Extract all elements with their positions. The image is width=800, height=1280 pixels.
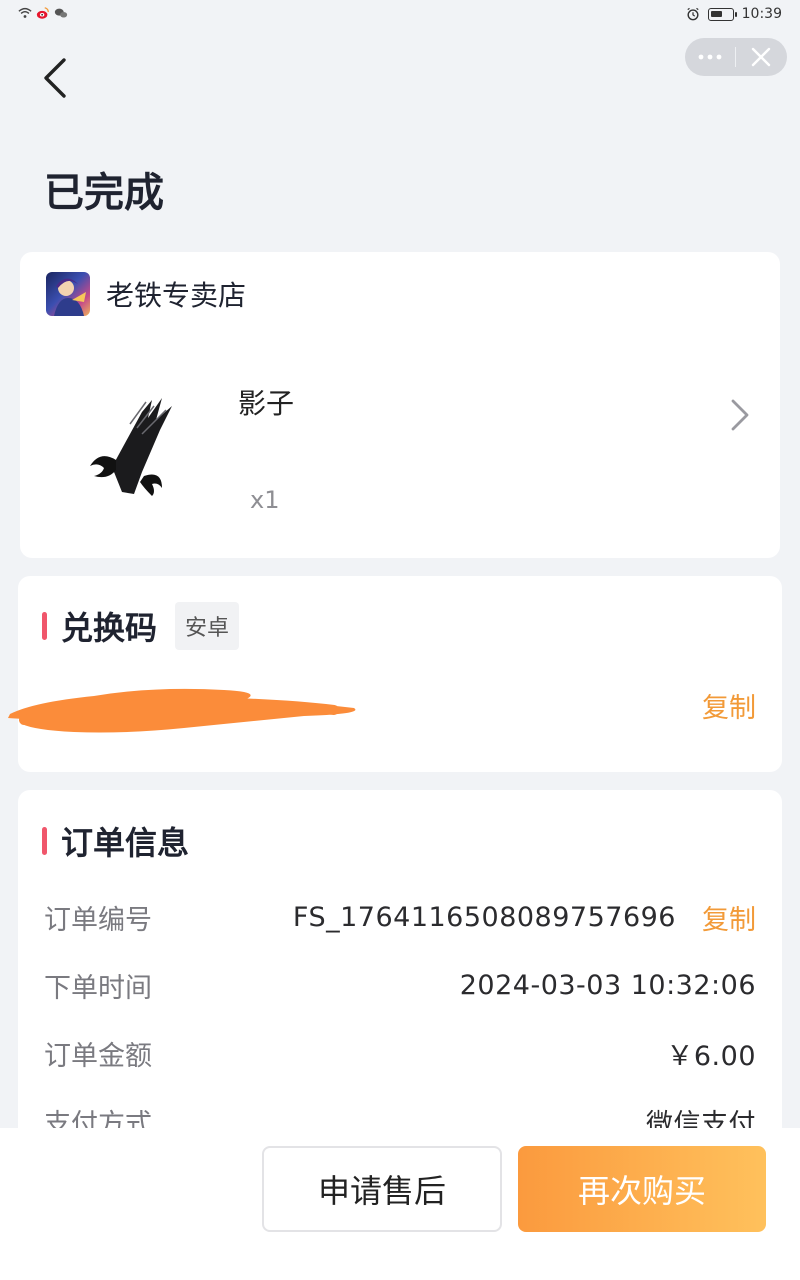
product-name: 影子 bbox=[238, 387, 295, 420]
product-card[interactable]: 老铁专卖店 影子 x1 bbox=[20, 252, 780, 558]
close-button[interactable] bbox=[736, 38, 786, 76]
order-amount-value: ￥6.00 bbox=[666, 1041, 756, 1072]
close-icon bbox=[751, 47, 771, 67]
order-status-title: 已完成 bbox=[44, 170, 164, 216]
order-number-value: FS_1764116508089757696 bbox=[292, 902, 676, 933]
more-button[interactable] bbox=[685, 38, 735, 76]
battery-level bbox=[710, 10, 722, 17]
battery-icon bbox=[707, 7, 737, 21]
order-number-label: 订单编号 bbox=[44, 905, 152, 936]
order-info-header: 订单信息 bbox=[42, 818, 189, 864]
redeem-code-header: 兑换码 安卓 bbox=[42, 602, 240, 650]
mini-program-capsule bbox=[685, 38, 787, 76]
redacted-code bbox=[8, 688, 356, 733]
status-icons-left bbox=[18, 6, 68, 20]
section-accent-bar bbox=[42, 612, 47, 640]
shop-row[interactable]: 老铁专卖店 bbox=[46, 272, 246, 316]
redeem-code-card: 兑换码 安卓 复制 bbox=[8, 576, 782, 772]
wechat-icon bbox=[54, 8, 68, 18]
bottom-action-bar: 申请售后 再次购买 bbox=[0, 1128, 800, 1280]
after-sale-button[interactable]: 申请售后 bbox=[262, 1146, 502, 1232]
section-accent-bar bbox=[42, 827, 47, 855]
order-time-value: 2024-03-03 10:32:06 bbox=[459, 970, 756, 1001]
rebuy-button[interactable]: 再次购买 bbox=[518, 1146, 766, 1232]
status-icons-right: 10:39 bbox=[686, 6, 782, 22]
platform-tag: 安卓 bbox=[175, 602, 240, 650]
status-time: 10:39 bbox=[741, 6, 782, 22]
status-bar: 10:39 bbox=[0, 0, 800, 30]
weibo-icon bbox=[36, 7, 49, 19]
shop-name: 老铁专卖店 bbox=[106, 279, 247, 312]
order-time-label: 下单时间 bbox=[44, 973, 152, 1004]
order-amount-label: 订单金额 bbox=[44, 1041, 152, 1072]
chevron-right-icon bbox=[731, 399, 749, 431]
redeem-code-title: 兑换码 bbox=[61, 609, 158, 647]
copy-code-button[interactable]: 复制 bbox=[702, 686, 756, 725]
shop-avatar bbox=[46, 272, 90, 316]
order-info-card: 订单信息 订单编号 FS_1764116508089757696 复制 下单时间… bbox=[18, 790, 782, 1150]
shop-avatar-art bbox=[54, 278, 86, 316]
order-amount-row: 订单金额 ￥6.00 bbox=[44, 1034, 756, 1073]
chevron-left-icon bbox=[44, 58, 66, 98]
alarm-icon bbox=[687, 7, 699, 21]
order-number-row: 订单编号 FS_1764116508089757696 复制 bbox=[44, 898, 756, 937]
product-quantity: x1 bbox=[250, 486, 280, 514]
more-dots-icon bbox=[698, 54, 722, 60]
wifi-icon bbox=[18, 7, 32, 18]
back-button[interactable] bbox=[38, 56, 74, 100]
copy-order-number-button[interactable]: 复制 bbox=[702, 898, 756, 937]
order-time-row: 下单时间 2024-03-03 10:32:06 bbox=[44, 966, 756, 1005]
order-info-title: 订单信息 bbox=[61, 824, 190, 862]
product-image bbox=[90, 398, 172, 496]
